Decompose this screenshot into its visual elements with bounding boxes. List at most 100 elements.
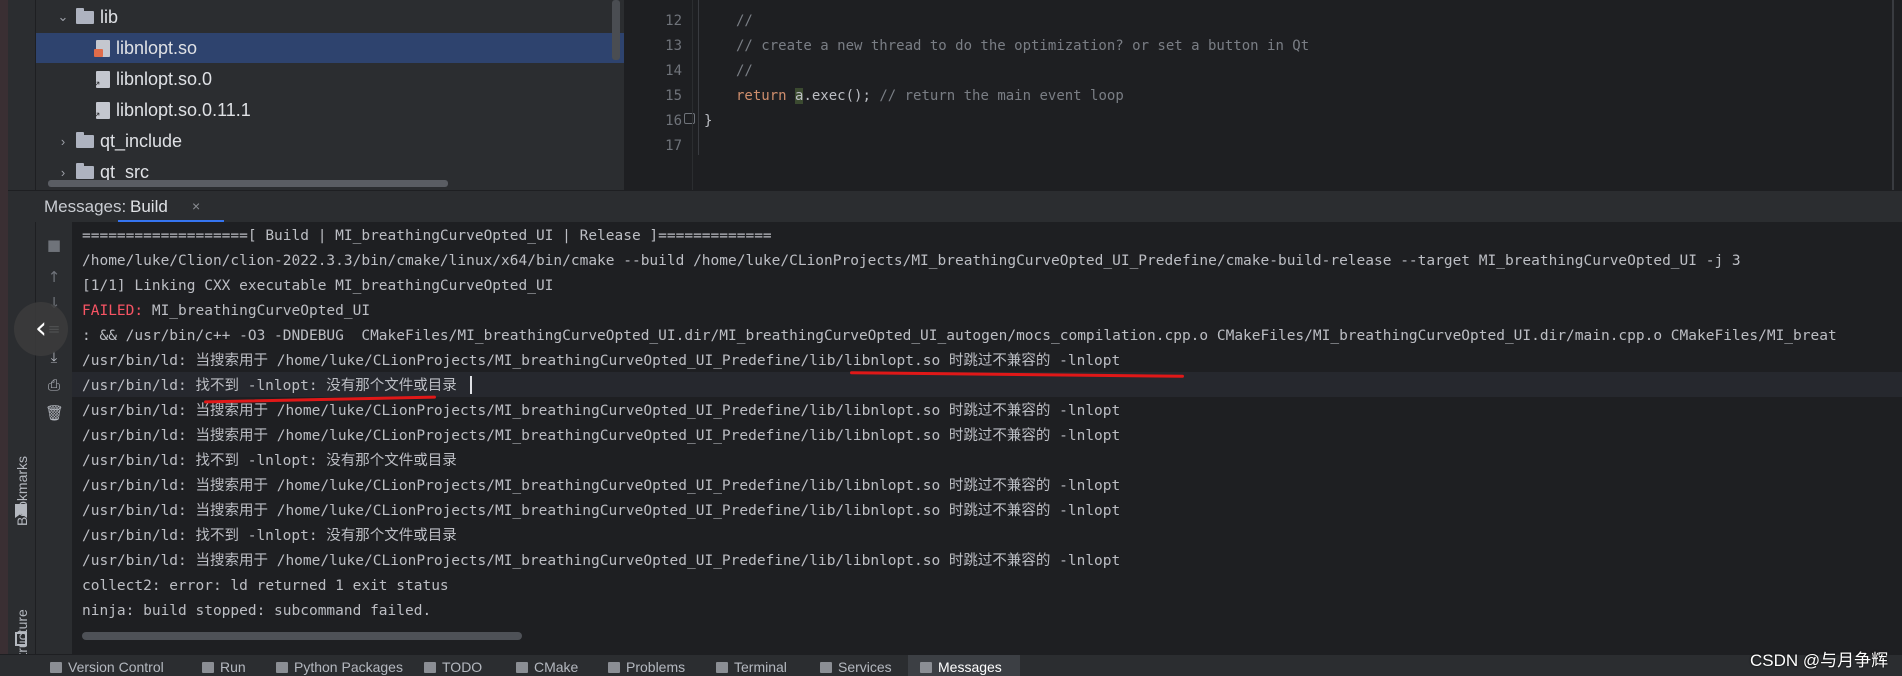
tool-window-bar: Version Control Run Python Packages TODO… <box>0 654 1902 676</box>
code-line: } <box>704 113 713 129</box>
line-number: 12 <box>665 13 682 29</box>
console-line: : && /usr/bin/c++ -O3 -DNDEBUG CMakeFile… <box>82 328 1837 344</box>
folder-icon <box>76 7 94 24</box>
line-number: 15 <box>665 88 682 104</box>
tree-item-libnlopt-so[interactable]: libnlopt.so <box>36 33 624 63</box>
indent-guide <box>698 0 699 155</box>
failed-target: MI_breathingCurveOpted_UI <box>143 303 371 319</box>
code-line: // create a new thread to do the optimiz… <box>736 38 1310 54</box>
console-line: [1/1] Linking CXX executable MI_breathin… <box>82 278 554 294</box>
terminal-icon <box>716 662 728 673</box>
code-line: return a.exec(); // return the main even… <box>736 88 1124 104</box>
failed-label: FAILED: <box>82 303 144 319</box>
tree-item-libnlopt-so-0-11-1[interactable]: libnlopt.so.0.11.1 <box>36 95 624 125</box>
tool-run[interactable]: Run <box>202 659 246 675</box>
line-number: 14 <box>665 63 682 79</box>
tool-todo[interactable]: TODO <box>424 659 482 675</box>
messages-tool-window-header: Messages: Build × <box>8 190 1902 223</box>
text-cursor <box>470 376 472 394</box>
problems-icon <box>608 662 620 673</box>
code-token: .exec(); <box>803 88 880 104</box>
console-line: /usr/bin/ld: 当搜索用于 /home/luke/CLionProje… <box>82 428 1121 444</box>
side-tab-structure[interactable]: Structure <box>14 609 30 654</box>
line-number: 16 <box>665 113 682 129</box>
chevron-right-icon[interactable]: › <box>56 134 70 149</box>
console-line: /usr/bin/ld: 当搜索用于 /home/luke/CLionProje… <box>82 478 1121 494</box>
cmake-icon <box>516 662 528 673</box>
console-line: /home/luke/Clion/clion-2022.3.3/bin/cmak… <box>82 253 1741 269</box>
project-tree-panel: ⌄ lib libnlopt.so libnlopt.so.0 libnlopt… <box>8 0 624 190</box>
editor-right-margin <box>1892 0 1894 190</box>
console-toolbar: ■ ↑ ↓ ≡ ⤓ ⎙ 🗑 <box>36 222 72 654</box>
messages-icon <box>920 662 932 673</box>
csdn-watermark: CSDN @与月争辉 <box>1750 651 1889 670</box>
play-icon <box>202 662 214 673</box>
side-tab-bookmarks[interactable]: Bookmarks <box>14 456 30 526</box>
console-line: /usr/bin/ld: 当搜索用于 /home/luke/CLionProje… <box>82 553 1121 569</box>
tool-problems[interactable]: Problems <box>608 659 685 675</box>
print-icon[interactable]: ⎙ <box>45 376 63 394</box>
tool-messages[interactable]: Messages <box>920 659 1002 675</box>
tool-terminal[interactable]: Terminal <box>716 659 787 675</box>
symlink-file-icon <box>93 101 110 121</box>
tree-item-qt-include[interactable]: › qt_include <box>36 126 624 156</box>
tree-item-label: lib <box>100 6 119 27</box>
close-icon[interactable]: × <box>192 198 200 214</box>
build-output-console[interactable]: Bookmarks Structure ■ ↑ ↓ ≡ ⤓ ⎙ 🗑 ======… <box>8 222 1902 654</box>
tree-item-label: qt_include <box>100 130 183 151</box>
console-horizontal-scrollbar[interactable] <box>82 632 522 640</box>
chevron-left-icon: ‹ <box>35 311 47 346</box>
console-line: /usr/bin/ld: 找不到 -lnlopt: 没有那个文件或目录 <box>82 378 457 394</box>
code-editor[interactable]: 12 13 14 15 16 17 // // create a new thr… <box>624 0 1902 190</box>
tree-horizontal-scrollbar[interactable] <box>48 180 448 187</box>
tree-vertical-scrollbar[interactable] <box>612 0 620 60</box>
library-file-icon <box>94 39 110 57</box>
line-number: 17 <box>665 138 682 154</box>
side-tool-strip: Bookmarks Structure <box>8 222 36 654</box>
list-icon <box>424 662 436 673</box>
branch-icon <box>50 662 62 673</box>
tree-item-label: libnlopt.so.0.11.1 <box>116 99 251 120</box>
tool-window-rail <box>8 0 36 190</box>
console-line: ninja: build stopped: subcommand failed. <box>82 603 432 619</box>
fold-toggle-icon[interactable] <box>684 113 695 124</box>
gutter-separator <box>692 0 693 190</box>
back-arrow-button[interactable]: ‹ <box>14 302 68 356</box>
tree-item-label: libnlopt.so.0 <box>116 68 213 89</box>
tool-services[interactable]: Services <box>820 659 892 675</box>
chevron-right-icon[interactable]: › <box>56 165 70 180</box>
stop-icon[interactable]: ■ <box>45 236 63 254</box>
services-icon <box>820 662 832 673</box>
line-number-gutter: 12 13 14 15 16 17 <box>624 0 692 190</box>
console-line: /usr/bin/ld: 当搜索用于 /home/luke/CLionProje… <box>82 503 1121 519</box>
code-line: // <box>736 63 753 79</box>
console-line: ===================[ Build | MI_breathin… <box>82 228 772 244</box>
folder-icon <box>76 162 94 179</box>
code-line: // <box>736 13 753 29</box>
line-number: 13 <box>665 38 682 54</box>
console-line: /usr/bin/ld: 找不到 -lnlopt: 没有那个文件或目录 <box>82 528 457 544</box>
symlink-file-icon <box>93 70 110 90</box>
messages-title: Messages: <box>44 197 127 216</box>
console-line: collect2: error: ld returned 1 exit stat… <box>82 578 449 594</box>
tree-item-label: libnlopt.so <box>116 37 198 58</box>
chevron-down-icon[interactable]: ⌄ <box>56 9 70 25</box>
tree-item-libnlopt-so-0[interactable]: libnlopt.so.0 <box>36 64 624 94</box>
trash-icon[interactable]: 🗑 <box>45 404 64 422</box>
tree-item-lib[interactable]: ⌄ lib <box>36 2 624 32</box>
package-icon <box>276 662 288 673</box>
console-line: /usr/bin/ld: 当搜索用于 /home/luke/CLionProje… <box>82 403 1121 419</box>
console-line-failed: FAILED: MI_breathingCurveOpted_UI <box>82 299 370 324</box>
tool-python-packages[interactable]: Python Packages <box>276 659 403 675</box>
folder-icon <box>76 131 94 148</box>
clion-ide-window: ⌄ lib libnlopt.so libnlopt.so.0 libnlopt… <box>0 0 1902 676</box>
code-comment: // return the main event loop <box>879 88 1124 104</box>
arrow-up-icon[interactable]: ↑ <box>45 268 63 286</box>
tool-version-control[interactable]: Version Control <box>50 659 164 675</box>
tool-cmake[interactable]: CMake <box>516 659 578 675</box>
tab-build[interactable]: Build <box>130 197 168 217</box>
keyword: return <box>736 88 787 104</box>
console-line: /usr/bin/ld: 找不到 -lnlopt: 没有那个文件或目录 <box>82 453 457 469</box>
console-line: /usr/bin/ld: 当搜索用于 /home/luke/CLionProje… <box>82 353 1121 369</box>
desktop-edge <box>0 0 8 676</box>
